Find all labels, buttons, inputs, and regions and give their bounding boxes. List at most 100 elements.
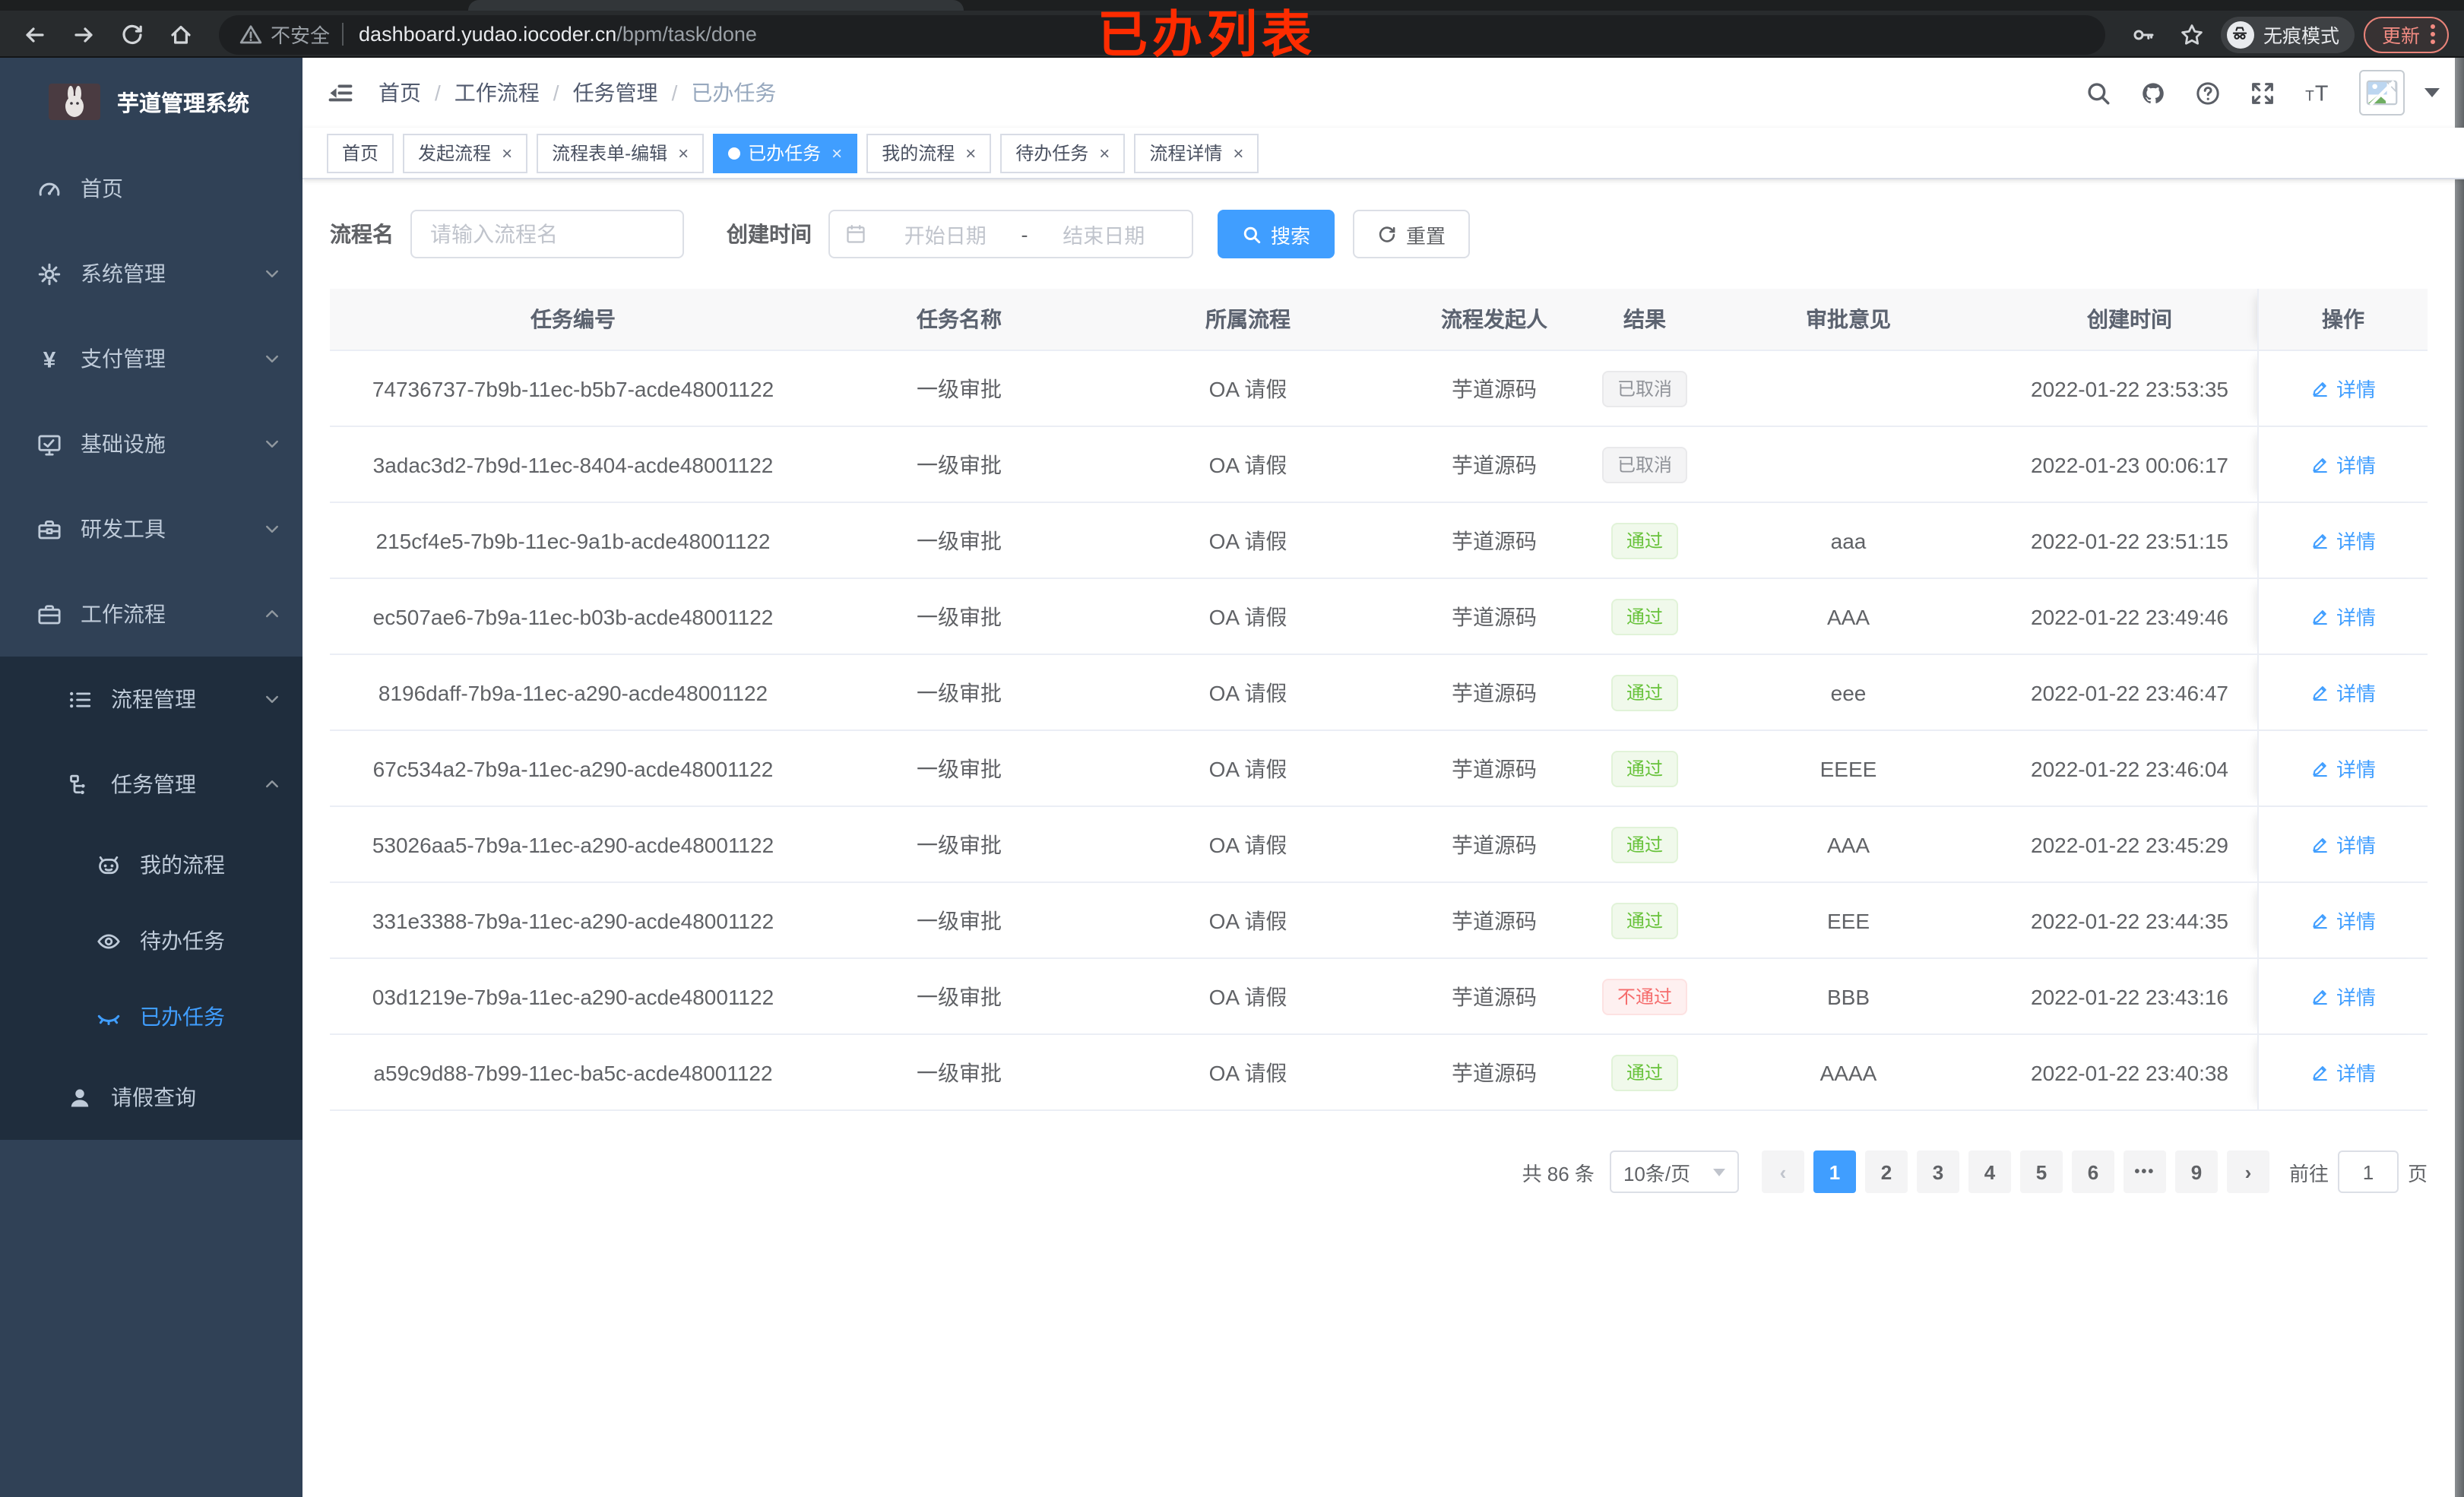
page-button-1[interactable]: 1: [1813, 1150, 1856, 1193]
next-page-button[interactable]: ›: [2226, 1150, 2269, 1193]
sidebar-item-workflow[interactable]: 工作流程: [0, 571, 302, 657]
detail-link[interactable]: 详情: [2310, 678, 2376, 707]
cell-0: 3adac3d2-7b9d-11ec-8404-acde48001122: [372, 452, 774, 476]
breadcrumb-item-1[interactable]: 工作流程: [454, 78, 540, 108]
sidebar-item-infra[interactable]: 基础设施: [0, 401, 302, 486]
tab-close-icon[interactable]: ×: [1233, 144, 1243, 162]
sidebar-item-todo-tasks[interactable]: 待办任务: [0, 903, 302, 979]
cell-5: aaa: [1830, 528, 1867, 552]
search-icon[interactable]: [2086, 80, 2111, 106]
column-header-7: 操作: [2257, 289, 2428, 350]
cell-1: 一级审批: [917, 832, 1002, 856]
sidebar-item-leave-query[interactable]: 请假查询: [0, 1055, 302, 1140]
sidebar-item-payment[interactable]: ¥ 支付管理: [0, 316, 302, 401]
forward-icon[interactable]: [64, 14, 103, 54]
cell-2: OA 请假: [1208, 984, 1287, 1008]
reset-button[interactable]: 重置: [1353, 210, 1471, 258]
tab-close-icon[interactable]: ×: [1099, 144, 1110, 162]
cell-2: OA 请假: [1208, 452, 1287, 476]
breadcrumb-item-2[interactable]: 任务管理: [573, 78, 658, 108]
table-row: 67c534a2-7b9a-11ec-a290-acde48001122 一级审批…: [330, 731, 2428, 807]
date-separator: -: [1021, 223, 1028, 245]
tab-label: 流程表单-编辑: [552, 143, 668, 164]
page-button-5[interactable]: 5: [2019, 1150, 2063, 1193]
detail-link[interactable]: 详情: [2310, 830, 2376, 859]
sidebar-item-system[interactable]: 系统管理: [0, 231, 302, 316]
tab-close-icon[interactable]: ×: [678, 144, 689, 162]
cell-7: 详情: [2257, 731, 2428, 805]
page-button-2[interactable]: 2: [1864, 1150, 1908, 1193]
cell-4: 通过: [1595, 731, 1695, 805]
detail-link[interactable]: 详情: [2310, 526, 2376, 555]
cell-4: 已取消: [1595, 427, 1695, 502]
fullscreen-icon[interactable]: [2250, 80, 2276, 106]
sidebar-item-dev-tools[interactable]: 研发工具: [0, 486, 302, 571]
page-button-3[interactable]: 3: [1916, 1150, 1959, 1193]
help-icon[interactable]: [2195, 80, 2221, 106]
home-icon[interactable]: [161, 14, 201, 54]
tab-todo-tasks[interactable]: 待办任务 ×: [1000, 133, 1126, 172]
column-header-0: 任务编号: [530, 307, 616, 331]
main-area: 首页 / 工作流程 / 任务管理 / 已办任务 TT 首页 发起流程 × 流程表单-编辑 × 已办任务…: [302, 58, 2464, 1497]
app-logo[interactable]: 芋道管理系统: [0, 58, 302, 146]
back-icon[interactable]: [15, 14, 55, 54]
page-button-6[interactable]: 6: [2071, 1150, 2114, 1193]
cell-1: 一级审批: [917, 680, 1002, 704]
github-icon[interactable]: [2140, 80, 2166, 106]
navbar-actions: TT: [2086, 70, 2440, 116]
tab-process-detail[interactable]: 流程详情 ×: [1134, 133, 1259, 172]
detail-link[interactable]: 详情: [2310, 1058, 2376, 1087]
tab-start-process[interactable]: 发起流程 ×: [403, 133, 528, 172]
tab-done-tasks[interactable]: 已办任务 ×: [713, 133, 858, 172]
date-range-picker[interactable]: 开始日期 - 结束日期: [828, 210, 1193, 258]
process-name-input[interactable]: [410, 210, 684, 258]
cell-3: 芋道源码: [1452, 452, 1537, 476]
svg-text:T: T: [2305, 88, 2314, 104]
sidebar-item-label: 首页: [81, 176, 123, 201]
tab-my-process[interactable]: 我的流程 ×: [866, 133, 992, 172]
bookmark-star-icon[interactable]: [2172, 14, 2212, 54]
column-header-5: 审批意见: [1806, 307, 1891, 331]
password-key-icon[interactable]: [2124, 14, 2163, 54]
avatar[interactable]: [2359, 70, 2405, 116]
sidebar-item-task-mgmt[interactable]: 任务管理: [0, 742, 302, 827]
tab-form-edit[interactable]: 流程表单-编辑 ×: [537, 133, 705, 172]
page-size-select[interactable]: 10条/页: [1609, 1150, 1739, 1193]
detail-link[interactable]: 详情: [2310, 754, 2376, 783]
url-host: dashboard.yudao.iocoder.cn: [359, 23, 617, 46]
avatar-caret-icon[interactable]: [2424, 88, 2440, 97]
browser-update-button[interactable]: 更新: [2363, 16, 2449, 52]
page-button-9[interactable]: 9: [2174, 1150, 2218, 1193]
tab-close-icon[interactable]: ×: [831, 144, 842, 162]
browser-menu-dots-icon[interactable]: [2431, 24, 2435, 44]
page-button-4[interactable]: 4: [1968, 1150, 2011, 1193]
cell-6: 2022-01-23 00:06:17: [2031, 452, 2228, 476]
detail-link[interactable]: 详情: [2310, 450, 2376, 479]
sidebar-item-my-process[interactable]: 我的流程: [0, 827, 302, 903]
font-size-icon[interactable]: TT: [2304, 80, 2330, 106]
sidebar-collapse-icon[interactable]: [327, 79, 354, 106]
sidebar-item-process-mgmt[interactable]: 流程管理: [0, 657, 302, 742]
sidebar-item-home[interactable]: 首页: [0, 146, 302, 231]
cell-7: 详情: [2257, 959, 2428, 1033]
goto-page-input[interactable]: [2337, 1150, 2399, 1193]
cell-5: EEEE: [1819, 756, 1877, 780]
reload-icon[interactable]: [112, 14, 152, 54]
pagination-ellipsis[interactable]: •••: [2123, 1150, 2166, 1193]
search-button[interactable]: 搜索: [1218, 210, 1335, 258]
detail-link[interactable]: 详情: [2310, 906, 2376, 935]
sidebar-item-done-tasks[interactable]: 已办任务: [0, 979, 302, 1055]
cell-5: [1695, 351, 2002, 426]
tab-close-icon[interactable]: ×: [502, 144, 512, 162]
detail-link[interactable]: 详情: [2310, 602, 2376, 631]
cell-0: a59c9d88-7b99-11ec-ba5c-acde48001122: [373, 1060, 773, 1084]
detail-link[interactable]: 详情: [2310, 982, 2376, 1011]
prev-page-button[interactable]: ‹: [1761, 1150, 1804, 1193]
page-scrollbar[interactable]: [2455, 58, 2464, 1497]
tab-close-icon[interactable]: ×: [965, 144, 976, 162]
detail-link[interactable]: 详情: [2310, 374, 2376, 403]
browser-active-tab[interactable]: [468, 0, 964, 11]
tab-home[interactable]: 首页: [327, 133, 394, 172]
breadcrumb-item-0[interactable]: 首页: [378, 78, 421, 108]
security-warning-icon[interactable]: [237, 21, 264, 48]
